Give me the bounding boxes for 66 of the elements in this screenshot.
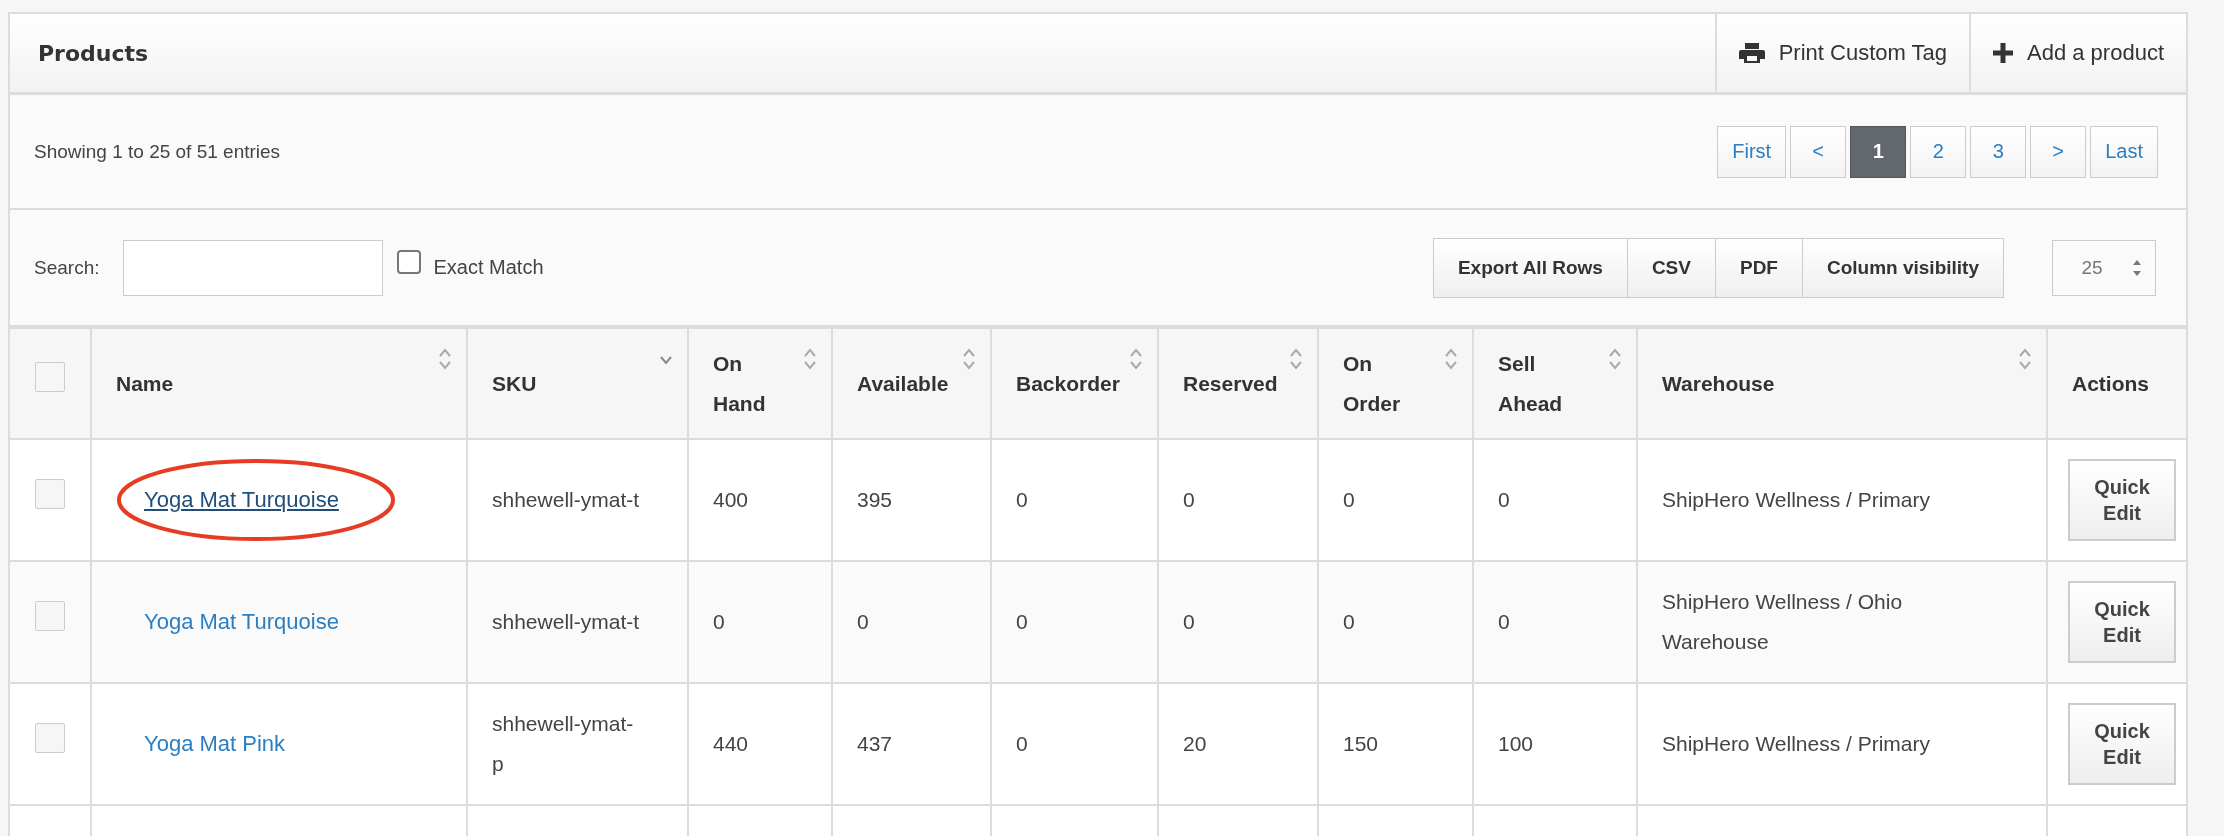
table-cell: 437 [857, 732, 893, 755]
export-button[interactable]: PDF [1714, 238, 1802, 297]
checkbox[interactable] [397, 249, 422, 274]
table-cell: 400 [713, 488, 749, 511]
plus-icon [1993, 43, 2013, 63]
table-cell: 0 [1183, 488, 1195, 511]
quick-edit-button[interactable]: Quick Edit [2068, 703, 2176, 785]
row-checkbox[interactable] [35, 478, 65, 509]
panel-title: Products [38, 40, 149, 66]
sort-icon[interactable] [1129, 347, 1143, 371]
column-header[interactable]: SKU [492, 363, 537, 404]
select-all-checkbox[interactable] [35, 362, 65, 392]
page-button[interactable]: 3 [1970, 125, 2027, 178]
sort-icon[interactable] [1608, 347, 1622, 371]
printer-icon [1738, 42, 1765, 64]
table-cell: 0 [1183, 610, 1195, 633]
column-header[interactable]: Warehouse [1662, 363, 1775, 404]
table-cell: ShipHero Wellness / Ohio Warehouse [1662, 590, 1903, 653]
table-cell: 0 [1498, 610, 1510, 633]
table-cell: 0 [1016, 732, 1028, 755]
quick-edit-button[interactable]: Quick Edit [2068, 459, 2176, 541]
table-cell: ShipHero Wellness / Primary [1662, 488, 1931, 511]
search-field[interactable] [123, 239, 384, 296]
table-cell: 0 [713, 610, 725, 633]
product-link[interactable]: Yoga Mat Pink [144, 731, 286, 756]
table-cell: shhewell-ymat-p [492, 712, 634, 775]
sort-icon[interactable] [962, 347, 976, 371]
table-cell: 440 [713, 732, 749, 755]
table-cell: 100 [1498, 732, 1534, 755]
table-cell: 0 [1016, 610, 1028, 633]
page-button[interactable]: 1 [1850, 125, 1907, 178]
entries-info: Showing 1 to 25 of 51 entries [34, 140, 281, 163]
table-cell: 0 [857, 610, 869, 633]
row-checkbox[interactable] [35, 722, 65, 753]
table-cell: shhewell-ymat-t [492, 610, 640, 633]
table-cell: 395 [857, 488, 893, 511]
table-cell: 0 [1343, 610, 1355, 633]
header-button[interactable]: Print Custom Tag [1714, 14, 1969, 92]
page-button[interactable]: First [1717, 125, 1787, 178]
table-cell: 0 [1498, 488, 1510, 511]
page-button[interactable]: > [2030, 125, 2087, 178]
page-button[interactable]: 2 [1910, 125, 1967, 178]
table-cell: 0 [1343, 488, 1355, 511]
sort-icon[interactable] [803, 347, 817, 371]
search-label: Search: [34, 256, 100, 279]
table-cell: 150 [1343, 732, 1379, 755]
table-cell: 20 [1183, 732, 1207, 755]
page-button[interactable]: Last [2090, 125, 2158, 178]
header-button[interactable]: Add a product [1969, 14, 2186, 92]
sort-icon[interactable] [438, 347, 452, 371]
page-size-field[interactable]: 25 [2052, 239, 2156, 296]
product-link[interactable]: Yoga Mat Turquoise [144, 609, 339, 634]
export-button[interactable]: CSV [1626, 238, 1715, 297]
column-header[interactable]: Name [116, 363, 174, 404]
row-checkbox[interactable] [35, 600, 65, 631]
export-button[interactable]: Column visibility [1801, 238, 2003, 297]
exact-match-label: Exact Match [433, 256, 544, 279]
page-button[interactable]: < [1790, 125, 1847, 178]
table-cell: 0 [1016, 488, 1028, 511]
sort-icon[interactable] [1289, 347, 1303, 371]
export-button[interactable]: Export All Rows [1433, 238, 1627, 297]
table-cell: ShipHero Wellness / Primary [1662, 732, 1931, 755]
table-cell: shhewell-ymat-t [492, 488, 640, 511]
sort-icon[interactable] [1444, 347, 1458, 371]
sort-icon[interactable] [2018, 347, 2032, 371]
quick-edit-button[interactable]: Quick Edit [2068, 581, 2176, 663]
